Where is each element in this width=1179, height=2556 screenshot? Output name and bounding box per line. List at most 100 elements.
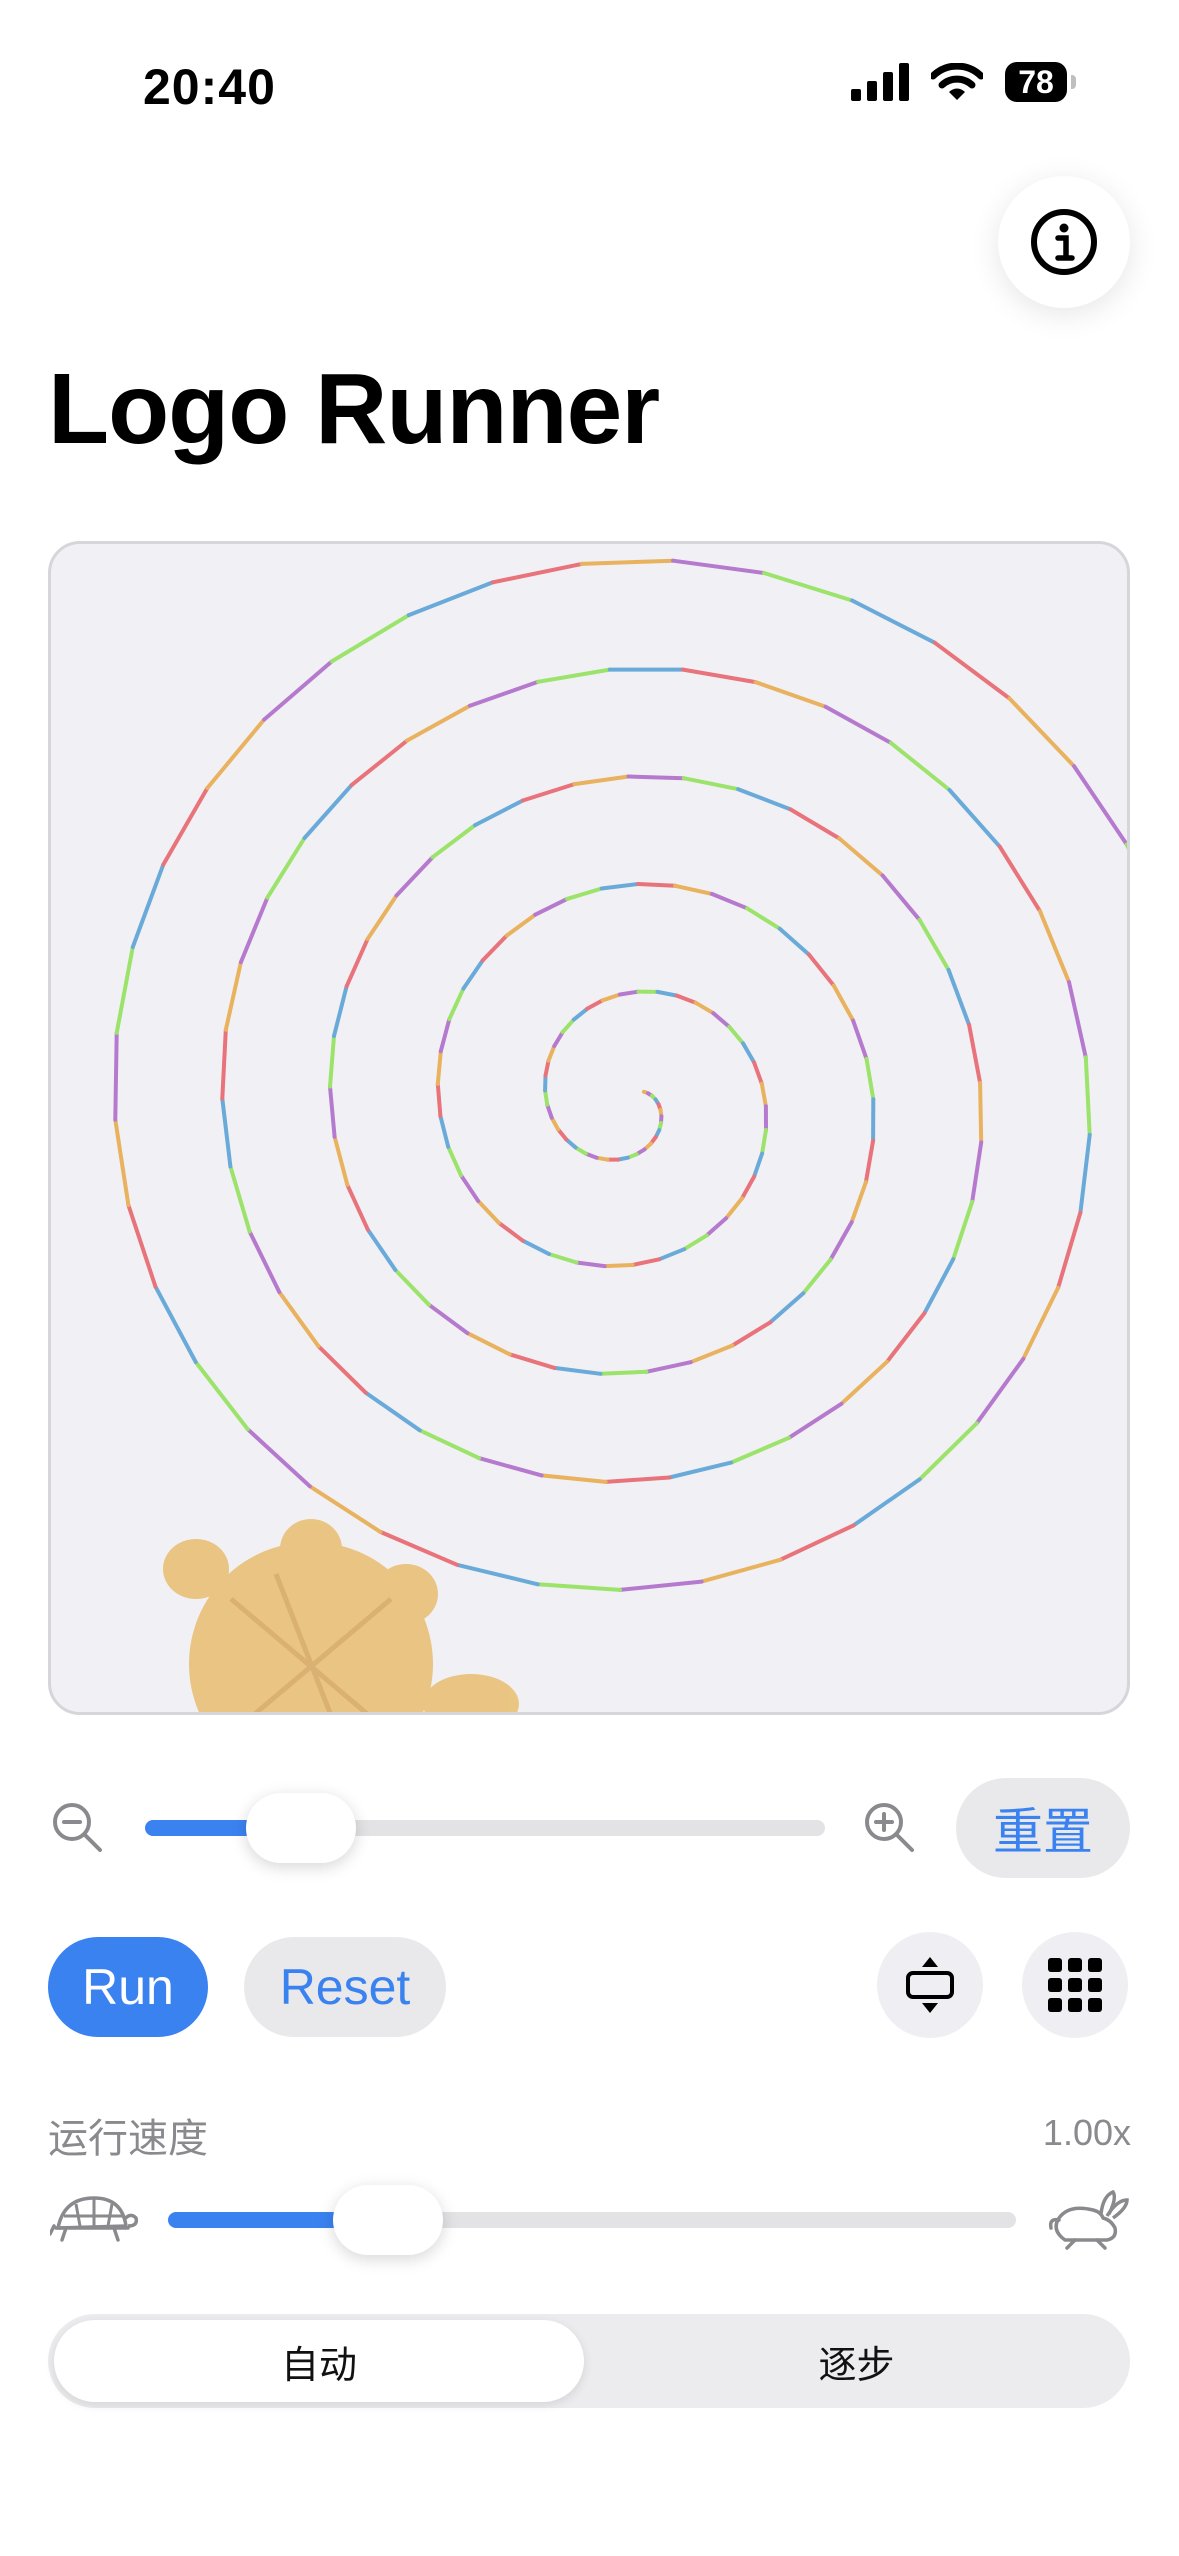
spiral-segment [130,862,166,949]
spiral-segment [220,1027,228,1101]
spiral-segment [247,1229,282,1294]
spiral-segment [974,1356,1026,1426]
spiral-segment [932,640,1012,701]
grid-icon [1048,1958,1102,2012]
spiral-segment [618,1579,704,1592]
spiral-segment [823,704,893,745]
zoom-slider[interactable] [145,1778,825,1878]
segment-auto[interactable]: 自动 [54,2314,584,2408]
spiral-segment [332,984,349,1038]
spiral-segment [922,1257,956,1316]
spiral-segment [393,1267,431,1307]
spiral-segment [349,738,410,788]
spiral-segment [681,667,758,685]
spiral-segment [533,896,570,917]
spiral-segment [473,798,525,828]
spiral-segment [888,740,952,792]
spiral-segment [536,667,612,684]
spiral-segment [406,580,495,618]
spiral-segment [467,679,541,708]
spiral-segment [997,844,1042,914]
spiral-segment [1124,842,1127,850]
spiral-segment [438,1114,451,1149]
segment-step[interactable]: 逐步 [589,2314,1124,2408]
spiral-segment [917,917,951,972]
mode-segmented-control[interactable]: 自动 逐步 [48,2314,1130,2408]
spiral-segment [831,983,856,1023]
spiral-segment [850,598,937,645]
spiral-segment [801,1257,833,1296]
spiral-segment [579,558,676,566]
spiral-segment [545,1102,554,1120]
spiral-segment [572,774,631,787]
spiral-segment [316,1344,368,1395]
spiral-segment [807,952,836,988]
spiral-segment [126,1203,158,1289]
spiral-segment [574,1260,607,1269]
zoom-slider-thumb[interactable] [246,1793,357,1863]
spiral-segment [446,1144,463,1178]
spiral-segment [951,1199,975,1262]
spiral-segment [245,1427,312,1489]
spiral-segment [598,1369,649,1376]
spiral-segment [946,968,972,1027]
spiral-segment [405,703,472,743]
zoom-in-icon[interactable] [862,1800,916,1854]
spiral-segment [777,926,811,957]
spiral-segment [736,787,793,812]
spiral-segment [688,1343,735,1365]
speed-slider-thumb[interactable] [333,2185,444,2255]
spiral-segment [729,1435,791,1465]
spiral-segment [752,1151,765,1179]
battery-level: 78 [1018,63,1054,100]
reset-button[interactable]: Reset [244,1937,446,2037]
spiral-segment [585,998,605,1011]
speed-slider[interactable] [168,2183,1016,2257]
spiral-segment [435,1049,443,1086]
spiral-segment [365,893,399,941]
info-button[interactable] [998,176,1130,308]
turtle-sprite [163,1519,519,1712]
spiral-segment [363,1390,422,1433]
spiral-segment [480,933,509,963]
fit-vertical-icon [906,1957,954,2013]
spiral-segment [759,1081,768,1109]
zoom-out-icon[interactable] [50,1800,104,1854]
spiral-segment [1056,1210,1083,1290]
spiral-segment [967,1022,983,1085]
spiral-segment [113,1117,131,1208]
spiral-segment [760,1127,768,1156]
spiral-segment [709,891,750,911]
spiral-segment [560,1017,576,1035]
spiral-segment [547,1252,579,1265]
spiral-segment [205,717,267,790]
spiral-segment [193,1360,250,1432]
spiral-segment [1067,980,1088,1060]
spiral-segment [786,1401,844,1440]
spiral-segment [724,1196,744,1221]
spiral-segment [490,561,584,585]
spiral-segment [1038,909,1071,985]
spiral-segment [681,776,741,792]
spiral-segment [504,912,538,938]
spiral-segment [394,855,435,898]
spiral-segment [552,1365,603,1376]
spiral-segment [459,1173,481,1203]
spiral-segment [220,1096,233,1169]
fit-vertical-button[interactable] [877,1932,983,2038]
run-button[interactable]: Run [48,1937,208,2037]
drawing-canvas[interactable] [48,541,1130,1715]
status-icons: 78 [851,62,1076,102]
page-title: Logo Runner [48,353,660,465]
spiral-segment [693,1000,716,1016]
spiral-segment [885,1311,927,1364]
spiral-segment [345,1182,370,1232]
spiral-segment [465,1331,512,1357]
spiral-segment [839,1359,889,1406]
spiral-segment [328,1084,337,1139]
spiral-segment [682,1233,709,1252]
spiral-segment [344,937,370,989]
signal-icon [851,63,909,101]
grid-button[interactable] [1022,1932,1128,2038]
zoom-reset-button[interactable]: 重置 [956,1778,1130,1878]
